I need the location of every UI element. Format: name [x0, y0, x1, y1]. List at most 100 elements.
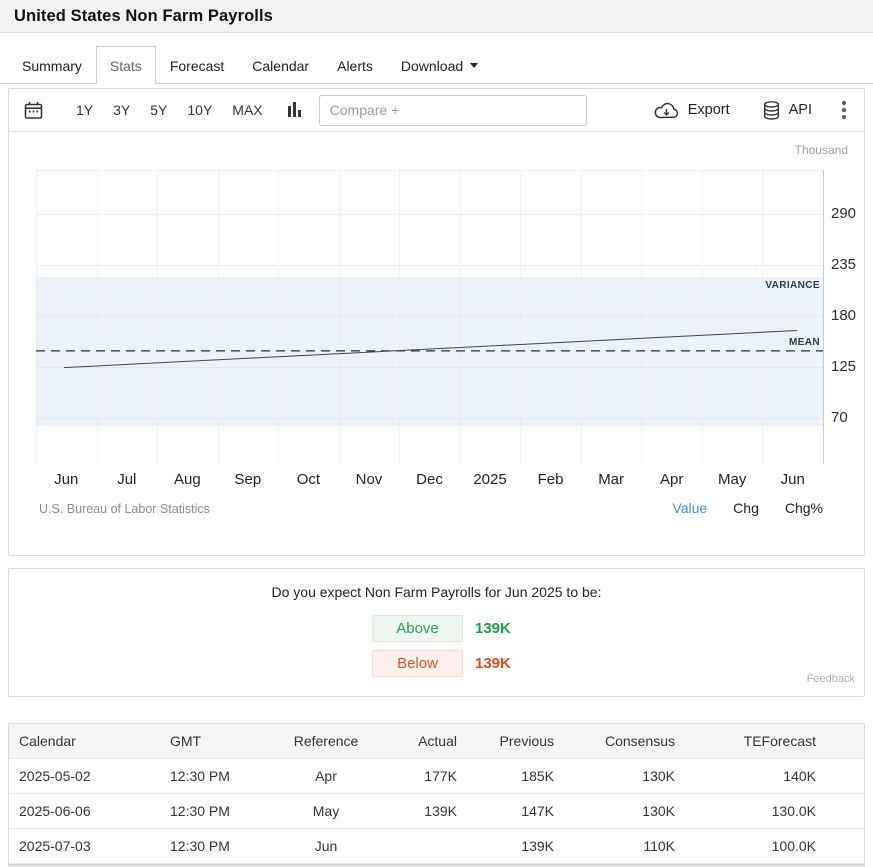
tab-alerts[interactable]: Alerts	[323, 46, 387, 84]
tab-summary[interactable]: Summary	[8, 46, 96, 84]
table-cell	[371, 829, 462, 864]
page: United States Non Farm Payrolls SummaryS…	[0, 0, 873, 867]
axis-unit-label: Thousand	[795, 143, 848, 157]
table-cell: 12:30 PM	[160, 794, 281, 829]
table-header-row: CalendarGMTReferenceActualPreviousConsen…	[9, 724, 864, 759]
x-axis-label: Aug	[157, 471, 218, 488]
export-button[interactable]: Export	[653, 101, 730, 120]
range-button-3y[interactable]: 3Y	[113, 102, 130, 118]
table-cell: 139K	[462, 829, 559, 864]
mode-chg[interactable]: Chg	[733, 500, 759, 516]
table-cell: Jun	[281, 829, 371, 864]
table-row[interactable]: 2025-07-0312:30 PMJun 139K110K100.0K	[9, 829, 864, 864]
table-cell: 140K	[680, 759, 864, 794]
poll-option-row: Below 139K	[372, 650, 511, 677]
y-axis-label: 290	[831, 205, 873, 222]
chart-panel: 1Y 3Y 5Y 10Y MAX Export	[8, 88, 865, 556]
table-cell: 2025-05-02	[9, 759, 160, 794]
database-icon	[762, 100, 781, 121]
table-cell: 177K	[371, 759, 462, 794]
table-cell: 100.0K	[680, 829, 864, 864]
chart-toolbar: 1Y 3Y 5Y 10Y MAX Export	[9, 89, 864, 132]
table-header-cell: GMT	[160, 724, 281, 759]
tab-label: Forecast	[170, 58, 224, 74]
compare-input[interactable]	[319, 95, 587, 126]
title-bar: United States Non Farm Payrolls	[0, 0, 873, 33]
page-title: United States Non Farm Payrolls	[14, 7, 273, 26]
x-axis-label: Apr	[641, 471, 702, 488]
chart-mode-toggles: Value Chg Chg%	[672, 500, 823, 516]
above-threshold-value: 139K	[475, 620, 511, 637]
calendar-table-panel: CalendarGMTReferenceActualPreviousConsen…	[8, 723, 865, 867]
mean-label: MEAN	[789, 337, 820, 348]
range-button-5y[interactable]: 5Y	[150, 102, 167, 118]
y-axis-label: 125	[831, 358, 873, 375]
chart-plot: 29023518012570JunJulAugSepOctNovDec2025F…	[36, 170, 824, 464]
poll-option-row: Above 139K	[372, 615, 511, 642]
x-axis-label: Jun	[762, 471, 823, 488]
x-axis-label: Oct	[278, 471, 339, 488]
tab-label: Summary	[22, 58, 82, 74]
feedback-link[interactable]: Feedback	[807, 673, 855, 685]
cloud-download-icon	[653, 101, 680, 120]
chevron-down-icon	[470, 63, 478, 68]
table-cell: 130K	[559, 794, 680, 829]
table-header-cell: TEForecast	[680, 724, 864, 759]
below-threshold-value: 139K	[475, 655, 511, 672]
mode-value[interactable]: Value	[672, 500, 707, 516]
tab-stats[interactable]: Stats	[96, 46, 156, 84]
y-axis-label: 70	[831, 409, 873, 426]
table-cell: 12:30 PM	[160, 829, 281, 864]
x-axis-label: Nov	[339, 471, 400, 488]
table-cell: 12:30 PM	[160, 759, 281, 794]
table-header-cell: Calendar	[9, 724, 160, 759]
variance-label: VARIANCE	[765, 280, 820, 291]
x-axis-label: 2025	[460, 471, 521, 488]
tab-calendar[interactable]: Calendar	[238, 46, 323, 84]
x-axis-label: Dec	[399, 471, 460, 488]
mean-and-trend-lines	[36, 171, 823, 464]
table-header-cell: Consensus	[559, 724, 680, 759]
x-axis-label: Mar	[581, 471, 642, 488]
below-button[interactable]: Below	[372, 650, 463, 677]
table-row[interactable]: 2025-06-0612:30 PMMay139K147K130K130.0K	[9, 794, 864, 829]
api-button[interactable]: API	[762, 100, 812, 121]
table-row[interactable]: 2025-05-0212:30 PMApr177K185K130K140K	[9, 759, 864, 794]
tab-download[interactable]: Download	[387, 46, 492, 84]
table-cell: 2025-07-03	[9, 829, 160, 864]
table-cell: 2025-06-06	[9, 794, 160, 829]
tab-label: Stats	[110, 58, 142, 74]
calendar-icon[interactable]	[23, 100, 44, 121]
x-axis-label: May	[702, 471, 763, 488]
table-cell: May	[281, 794, 371, 829]
table-header-cell: Previous	[462, 724, 559, 759]
table-cell: 130K	[559, 759, 680, 794]
tab-forecast[interactable]: Forecast	[156, 46, 238, 84]
above-button[interactable]: Above	[372, 615, 463, 642]
poll-panel: Do you expect Non Farm Payrolls for Jun …	[8, 568, 865, 697]
x-axis-label: Jul	[97, 471, 158, 488]
table-cell: Apr	[281, 759, 371, 794]
tab-label: Calendar	[252, 58, 309, 74]
tab-label: Download	[401, 58, 463, 74]
table-cell: 110K	[559, 829, 680, 864]
table-cell: 147K	[462, 794, 559, 829]
mode-chg-pct[interactable]: Chg%	[785, 500, 823, 516]
range-button-max[interactable]: MAX	[232, 102, 262, 118]
chart-area: Thousand 29023518012570JunJulAugSepOctNo…	[9, 132, 864, 555]
table-header-cell: Actual	[371, 724, 462, 759]
api-label: API	[789, 102, 812, 118]
tab-label: Alerts	[337, 58, 373, 74]
source-attribution: U.S. Bureau of Labor Statistics	[39, 502, 210, 516]
table-cell: 130.0K	[680, 794, 864, 829]
column-chart-icon[interactable]	[287, 101, 303, 119]
tab-bar: Summary Stats Forecast Calendar Alerts Downlo…	[0, 34, 873, 84]
range-button-1y[interactable]: 1Y	[76, 102, 93, 118]
y-axis-label: 180	[831, 307, 873, 324]
x-axis-label: Sep	[218, 471, 279, 488]
range-buttons: 1Y 3Y 5Y 10Y MAX	[66, 102, 273, 118]
kebab-menu-icon[interactable]	[842, 101, 846, 119]
y-axis-label: 235	[831, 256, 873, 273]
range-button-10y[interactable]: 10Y	[187, 102, 212, 118]
x-axis-label: Feb	[520, 471, 581, 488]
